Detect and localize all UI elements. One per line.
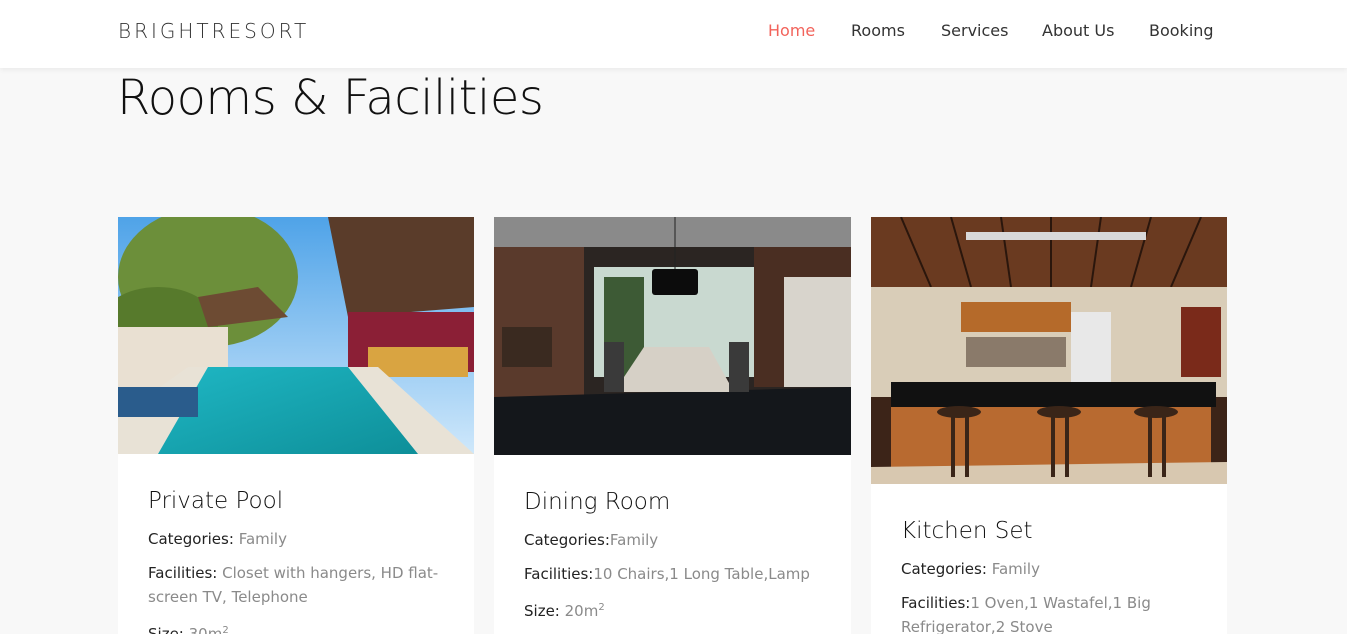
size-sup: 2 [222,625,229,634]
size-sup: 2 [598,602,605,613]
room-photo-private-pool[interactable] [118,217,474,454]
categories-label: Categories: [524,531,610,549]
categories-value: Family [609,531,659,549]
room-facilities: Facilities:10 Chairs,1 Long Table,Lamp [524,562,821,586]
categories-value: Family [238,530,287,548]
facilities-label: Facilities: [901,594,971,612]
size-value: 30m [188,625,223,634]
room-categories: Categories: Family [148,527,444,551]
size-label: Size: [148,625,189,634]
top-navbar: BRIGHTRESORT Home Rooms Services About U… [0,0,1347,68]
nav-rooms[interactable]: Rooms [851,21,905,40]
room-photo-kitchen-set[interactable] [871,217,1227,484]
facilities-label: Facilities: [148,564,223,582]
categories-value: Family [991,560,1040,578]
nav-services[interactable]: Services [941,21,1008,40]
nav-home[interactable]: Home [768,21,815,40]
facilities-value: 10 Chairs,1 Long Table,Lamp [593,565,810,583]
room-title: Private Pool [148,488,284,514]
categories-label: Categories: [148,530,239,548]
page-title: Rooms & Facilities [117,70,544,126]
room-facilities: Facilities: Closet with hangers, HD flat… [148,561,444,609]
room-title: Dining Room [524,489,671,515]
room-categories: Categories:Family [524,528,821,552]
room-title: Kitchen Set [901,518,1033,544]
room-size: Size: 20m2 [524,596,821,623]
room-size: Size: 30m2 [148,619,444,634]
facilities-label: Facilities: [524,565,594,583]
nav-booking[interactable]: Booking [1149,21,1214,40]
room-categories: Categories: Family [901,557,1197,581]
room-card-dining-room[interactable]: Dining Room Categories:Family Facilities… [494,217,851,634]
room-facilities: Facilities:1 Oven,1 Wastafel,1 Big Refri… [901,591,1197,634]
size-label: Size: [524,602,565,620]
room-card-private-pool[interactable]: Private Pool Categories: Family Faciliti… [118,217,474,634]
room-card-kitchen-set[interactable]: Kitchen Set Categories: Family Facilitie… [871,217,1227,634]
room-photo-dining-room[interactable] [494,217,851,455]
categories-label: Categories: [901,560,992,578]
size-value: 20m [564,602,599,620]
nav-about-us[interactable]: About Us [1042,21,1114,40]
brand-logo[interactable]: BRIGHTRESORT [118,19,309,43]
